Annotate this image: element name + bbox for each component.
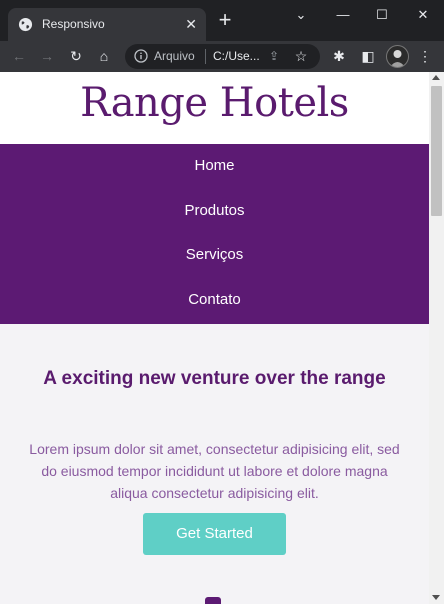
close-window-button[interactable]: ✕ bbox=[413, 8, 433, 22]
url-separator bbox=[205, 49, 206, 64]
extensions-puzzle-icon[interactable]: ✱ bbox=[328, 45, 350, 67]
address-bar[interactable]: Arquivo C:/Use... ⇪ ☆ bbox=[125, 44, 320, 69]
site-logo[interactable]: Range Hotels bbox=[0, 80, 429, 126]
maximize-button[interactable]: ☐ bbox=[372, 8, 392, 22]
bookmark-star-icon[interactable]: ☆ bbox=[292, 47, 310, 65]
url-text[interactable]: C:/Use... bbox=[213, 49, 260, 63]
browser-toolbar: ← → ↻ ⌂ Arquivo C:/Use... ⇪ ☆ ✱ ◧ ⋮ bbox=[0, 41, 444, 72]
page-viewport: Range Hotels Home Produtos Serviços Cont… bbox=[0, 72, 429, 604]
info-icon[interactable] bbox=[134, 49, 148, 63]
nav-item-contato[interactable]: Contato bbox=[0, 290, 429, 310]
minimize-button[interactable]: — bbox=[333, 8, 353, 22]
globe-icon bbox=[18, 17, 33, 32]
avatar-image bbox=[390, 50, 405, 67]
hero-description: Lorem ipsum dolor sit amet, consectetur … bbox=[29, 441, 400, 501]
forward-arrow-icon[interactable]: → bbox=[36, 45, 58, 67]
scroll-thumb[interactable] bbox=[431, 86, 442, 216]
main-nav: Home Produtos Serviços Contato bbox=[0, 144, 429, 324]
scroll-up-arrow-icon[interactable] bbox=[432, 75, 440, 80]
side-panel-icon[interactable]: ◧ bbox=[357, 45, 379, 67]
kebab-menu-icon[interactable]: ⋮ bbox=[414, 45, 436, 67]
url-scheme-label: Arquivo bbox=[154, 49, 195, 63]
get-started-button[interactable]: Get Started bbox=[143, 513, 286, 555]
browser-tab[interactable]: Responsivo ✕ bbox=[8, 8, 206, 41]
nav-item-produtos[interactable]: Produtos bbox=[0, 201, 429, 221]
chevron-down-icon[interactable]: ⌄ bbox=[291, 8, 311, 22]
tab-title: Responsivo bbox=[42, 17, 105, 31]
nav-item-servicos[interactable]: Serviços bbox=[0, 245, 429, 265]
scroll-indicator bbox=[205, 597, 221, 604]
page-scrollbar[interactable] bbox=[429, 72, 444, 604]
nav-item-home[interactable]: Home bbox=[0, 156, 429, 176]
home-icon[interactable]: ⌂ bbox=[93, 45, 115, 67]
new-tab-button[interactable]: + bbox=[215, 9, 235, 31]
share-icon[interactable]: ⇪ bbox=[265, 47, 283, 65]
close-tab-icon[interactable]: ✕ bbox=[185, 16, 197, 32]
hero-title: A exciting new venture over the range bbox=[43, 368, 386, 389]
reload-icon[interactable]: ↻ bbox=[65, 45, 87, 67]
tab-strip: Responsivo ✕ + ⌄ — ☐ ✕ bbox=[0, 0, 444, 41]
scroll-down-arrow-icon[interactable] bbox=[432, 595, 440, 600]
site-header: Range Hotels bbox=[0, 72, 429, 144]
profile-avatar[interactable] bbox=[386, 45, 409, 68]
back-arrow-icon[interactable]: ← bbox=[8, 45, 30, 67]
